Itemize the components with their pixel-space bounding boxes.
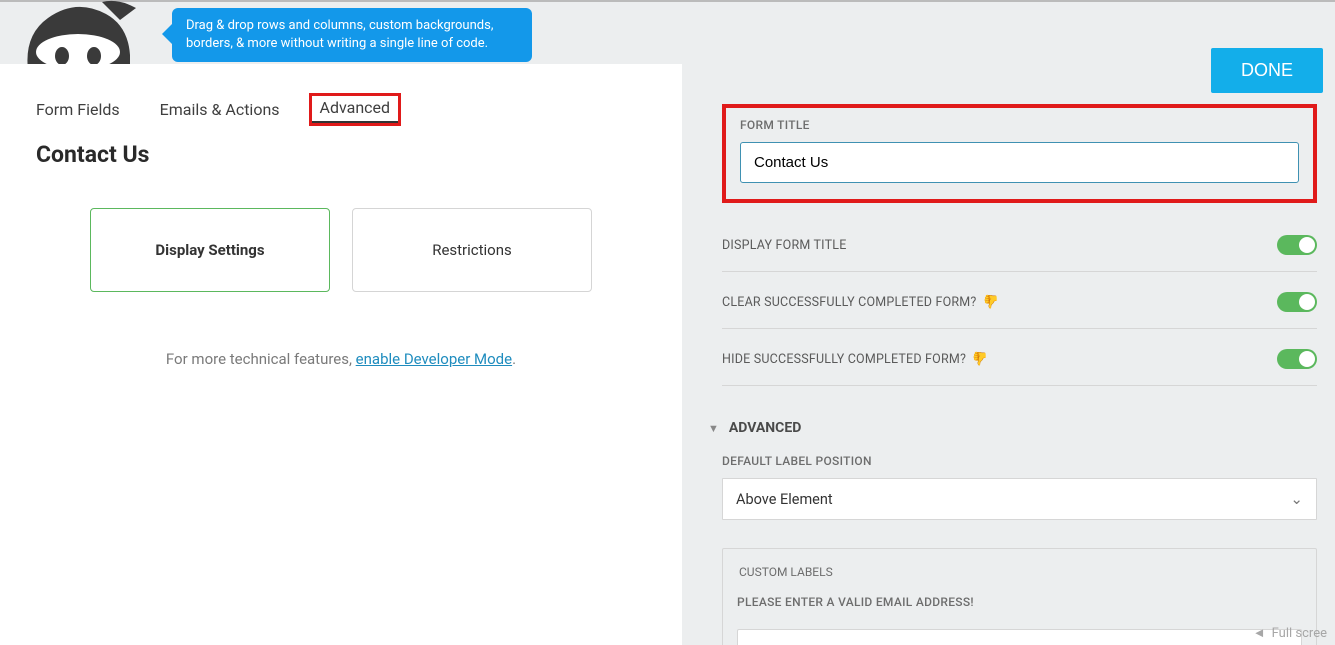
clear-completed-label: CLEAR SUCCESSFULLY COMPLETED FORM? [722,295,977,310]
left-panel: Form Fields Emails & Actions Advanced Co… [0,64,682,645]
hide-completed-label: HIDE SUCCESSFULLY COMPLETED FORM? [722,352,966,367]
help-icon[interactable]: 👎 [972,352,988,367]
right-panel: FORM TITLE DISPLAY FORM TITLE CLEAR SUCC… [700,92,1335,645]
form-title-label: FORM TITLE [740,118,1299,132]
enable-developer-mode-link[interactable]: enable Developer Mode [356,350,512,368]
fullscreen-label: Full scree [1272,626,1327,641]
valid-email-input[interactable] [737,629,1302,645]
fullscreen-indicator[interactable]: ◄ Full scree [1253,625,1327,641]
page-title: Contact Us [36,141,646,168]
chevron-down-icon: ⌄ [1290,490,1303,508]
display-form-title-label: DISPLAY FORM TITLE [722,238,847,253]
setting-display-form-title: DISPLAY FORM TITLE [722,215,1317,272]
default-label-pos-label: DEFAULT LABEL POSITION [722,454,1317,468]
card-row: Display Settings Restrictions [90,208,646,292]
valid-email-label: PLEASE ENTER A VALID EMAIL ADDRESS! [737,595,1302,609]
custom-labels-legend: CUSTOM LABELS [733,565,839,579]
default-label-position: DEFAULT LABEL POSITION Above Element ⌄ [722,454,1317,520]
advanced-section-label: ADVANCED [729,420,801,436]
tab-advanced[interactable]: Advanced [312,96,399,123]
done-button[interactable]: DONE [1211,48,1323,93]
tab-emails-actions[interactable]: Emails & Actions [160,98,280,121]
dev-note-text: For more technical features, [166,350,356,368]
caret-down-icon: ▼ [708,422,719,435]
tooltip-callout: Drag & drop rows and columns, custom bac… [172,8,532,62]
tab-form-fields[interactable]: Form Fields [36,98,120,121]
toggle-display-form-title[interactable] [1277,235,1317,255]
toggle-clear-completed[interactable] [1277,292,1317,312]
header-area: Drag & drop rows and columns, custom bac… [0,2,1335,64]
custom-labels-fieldset: CUSTOM LABELS PLEASE ENTER A VALID EMAIL… [722,548,1317,645]
default-label-pos-value: Above Element [736,491,833,508]
setting-hide-completed: HIDE SUCCESSFULLY COMPLETED FORM? 👎 [722,329,1317,386]
form-title-input[interactable] [740,142,1299,183]
setting-clear-completed: CLEAR SUCCESSFULLY COMPLETED FORM? 👎 [722,272,1317,329]
toggle-hide-completed[interactable] [1277,349,1317,369]
card-display-settings[interactable]: Display Settings [90,208,330,292]
advanced-section-header[interactable]: ▼ ADVANCED [708,420,1317,436]
help-icon[interactable]: 👎 [983,295,999,310]
tabs: Form Fields Emails & Actions Advanced [36,64,646,121]
form-title-section: FORM TITLE [722,104,1317,203]
ninja-logo [18,0,138,70]
arrow-left-icon: ◄ [1253,625,1266,641]
dev-mode-note: For more technical features, enable Deve… [36,350,646,368]
card-restrictions[interactable]: Restrictions [352,208,592,292]
default-label-pos-select[interactable]: Above Element ⌄ [722,478,1317,520]
